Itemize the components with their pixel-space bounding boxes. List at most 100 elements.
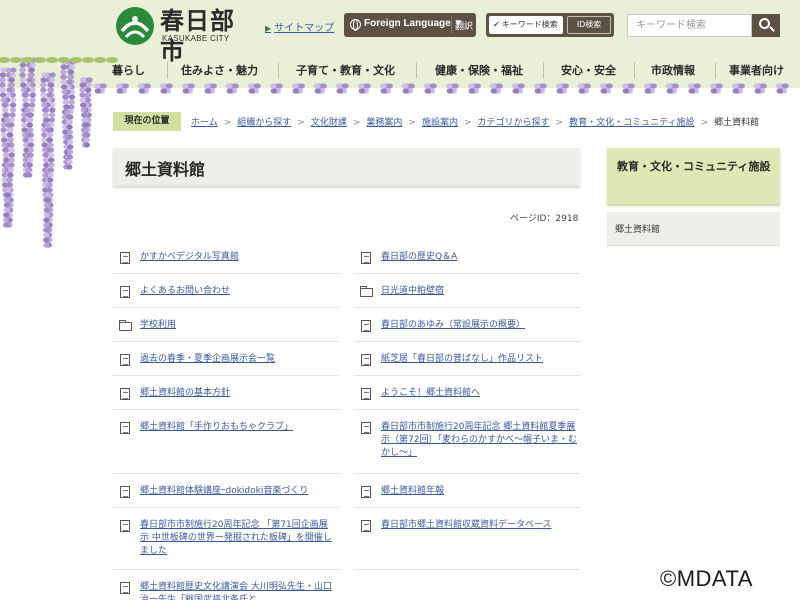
nav-divider (543, 62, 544, 78)
link-text[interactable]: 春日部のあゆみ（常設展示の概要） (381, 319, 577, 332)
breadcrumb-home[interactable]: ホーム (191, 118, 218, 128)
city-logo[interactable]: 春日部市 KASUKABE CITY (116, 6, 256, 65)
list-item[interactable]: 郷土資料館歴史文化講演会 大川明弘先生・山口治一先生「戦国武将北条氏と (113, 582, 339, 600)
link-text[interactable]: 春日部市市制施行20周年記念 「第71回企画展示 中世板碑の世界ー発掘された板碑… (140, 519, 336, 558)
foreign-language-button[interactable]: Foreign Language ▼ 翻訳 (344, 13, 476, 37)
list-item[interactable]: 春日部市市制施行20周年記念 郷土資料館夏季展示（第72回）「麦わらのかすかべ～… (354, 422, 580, 474)
list-item[interactable]: かすかべデジタル写真館 (113, 252, 339, 274)
document-icon (120, 582, 130, 594)
list-item[interactable]: よくあるお問い合わせ (113, 286, 339, 308)
document-icon (361, 520, 371, 532)
breadcrumb-business-guide[interactable]: 業務案内 (366, 118, 402, 128)
watermark: ©MDATA (660, 566, 753, 591)
link-text[interactable]: 学校利用 (140, 319, 336, 332)
document-icon (361, 252, 371, 264)
page-id: ページID：2918 (510, 214, 579, 224)
link-list: かすかべデジタル写真館 春日部の歴史Q＆A よくあるお問い合わせ 日光道中粕壁宿… (113, 240, 580, 600)
link-text[interactable]: 春日部の歴史Q＆A (381, 251, 577, 264)
document-icon (361, 320, 371, 332)
sidebar-item-museum[interactable]: 郷土資料館 › (607, 212, 780, 246)
breadcrumb-organization[interactable]: 組織から探す (237, 118, 291, 128)
link-text[interactable]: 春日部市市制施行20周年記念 郷土資料館夏季展示（第72回）「麦わらのかすかべ～… (381, 421, 577, 460)
translate-label: 翻訳 (455, 21, 474, 31)
globe-icon (350, 19, 361, 31)
nav-divider (634, 62, 635, 78)
list-item[interactable]: 郷土資料館年報 (354, 486, 580, 508)
document-icon (361, 354, 371, 366)
keyword-search-tab[interactable]: ✔ キーワード検索 (489, 16, 563, 34)
list-item[interactable]: 春日部市郷土資料館収蔵資料データベース (354, 520, 580, 570)
breadcrumb-separator: > (352, 118, 361, 128)
city-emblem-icon (116, 7, 154, 45)
breadcrumb-category[interactable]: カテゴリから探す (478, 118, 550, 128)
search-icon-handle (769, 26, 775, 32)
list-item[interactable]: 過去の春季・夏季企画展示会一覧 (113, 354, 339, 376)
foreign-language-label: Foreign Language ▼ (364, 18, 464, 29)
nav-divider (278, 62, 279, 78)
document-icon (361, 388, 371, 400)
list-item[interactable]: 春日部のあゆみ（常設展示の概要） (354, 320, 580, 342)
breadcrumb-education-facilities[interactable]: 教育・文化・コミュニティ施設 (569, 118, 694, 128)
link-text[interactable]: ようこそ！郷土資料館へ (381, 387, 577, 400)
breadcrumb-cultural-assets[interactable]: 文化財課 (311, 118, 347, 128)
list-item[interactable]: 学校利用 (113, 320, 339, 342)
sidebar-heading: 教育・文化・コミュニティ施設 (607, 148, 780, 204)
link-text[interactable]: 郷土資料館体験講座ｰdokidoki音楽づくり (140, 485, 336, 498)
nav-item-appeal[interactable]: 住みよさ・魅力 (181, 62, 258, 78)
folder-icon (360, 286, 373, 297)
link-text[interactable]: 郷土資料館の基本方針 (140, 387, 336, 400)
search-input[interactable] (627, 14, 752, 37)
chevron-right-icon: › (615, 221, 619, 232)
list-item[interactable]: 春日部市市制施行20周年記念 「第71回企画展示 中世板碑の世界ー発掘された板碑… (113, 520, 339, 570)
link-text[interactable]: 過去の春季・夏季企画展示会一覧 (140, 353, 336, 366)
link-text[interactable]: 春日部市郷土資料館収蔵資料データベース (381, 519, 577, 532)
sitemap-link[interactable]: ▶ サイトマップ (265, 19, 334, 34)
nav-item-health[interactable]: 健康・保険・福祉 (435, 62, 523, 78)
nav-divider (167, 62, 168, 78)
breadcrumb-facility-guide[interactable]: 施設案内 (422, 118, 458, 128)
list-item[interactable]: 郷土資料館体験講座ｰdokidoki音楽づくり (113, 486, 339, 508)
sidebar-heading-label: 教育・文化・コミュニティ施設 (617, 160, 771, 173)
document-icon (120, 486, 130, 498)
list-item[interactable]: 春日部の歴史Q＆A (354, 252, 580, 274)
search-button[interactable] (752, 14, 780, 37)
folder-icon (119, 320, 132, 331)
logo-subtitle: KASUKABE CITY (162, 34, 230, 43)
document-icon (361, 422, 371, 434)
page-title-box: 郷土資料館 (113, 148, 580, 186)
list-item[interactable]: 郷土資料館「手作りおもちゃクラブ」 (113, 422, 339, 474)
search-mode-toggle: ✔ キーワード検索 ID検索 (486, 13, 614, 37)
link-text[interactable]: 日光道中粕壁宿 (381, 285, 577, 298)
breadcrumb-separator: > (463, 118, 472, 128)
document-icon (120, 388, 130, 400)
list-item[interactable]: ようこそ！郷土資料館へ (354, 388, 580, 410)
nav-divider (416, 62, 417, 78)
breadcrumb-separator: > (408, 118, 416, 128)
breadcrumb-separator: > (223, 118, 232, 128)
link-text[interactable]: よくあるお問い合わせ (140, 285, 336, 298)
list-item[interactable]: 日光道中粕壁宿 (354, 286, 580, 308)
arrow-right-icon: ▶ (265, 24, 272, 33)
link-text[interactable]: 郷土資料館「手作りおもちゃクラブ」 (140, 421, 336, 434)
list-item[interactable]: 郷土資料館の基本方針 (113, 388, 339, 410)
link-text[interactable]: 郷土資料館歴史文化講演会 大川明弘先生・山口治一先生「戦国武将北条氏と (140, 581, 336, 600)
id-search-tab[interactable]: ID検索 (567, 16, 611, 34)
document-icon (120, 252, 130, 264)
nav-item-city-info[interactable]: 市政情報 (651, 62, 695, 78)
document-icon (361, 486, 371, 498)
nav-item-business[interactable]: 事業者向け (729, 62, 784, 78)
nav-item-education[interactable]: 子育て・教育・文化 (296, 62, 395, 78)
document-icon (120, 520, 130, 532)
document-icon (120, 286, 130, 298)
link-text[interactable]: 郷土資料館年報 (381, 485, 577, 498)
nav-item-living[interactable]: 暮らし (112, 62, 145, 78)
breadcrumb-label: 現在の位置 (113, 112, 181, 131)
document-icon (120, 422, 130, 434)
link-text[interactable]: かすかべデジタル写真館 (140, 251, 336, 264)
list-item[interactable]: 紙芝居「春日部の昔ばなし」作品リスト (354, 354, 580, 376)
nav-item-safety[interactable]: 安心・安全 (561, 62, 616, 78)
breadcrumb-separator: > (555, 118, 564, 128)
link-text[interactable]: 紙芝居「春日部の昔ばなし」作品リスト (381, 353, 577, 366)
breadcrumb-separator: > (297, 118, 305, 128)
page-title: 郷土資料館 (125, 160, 206, 179)
